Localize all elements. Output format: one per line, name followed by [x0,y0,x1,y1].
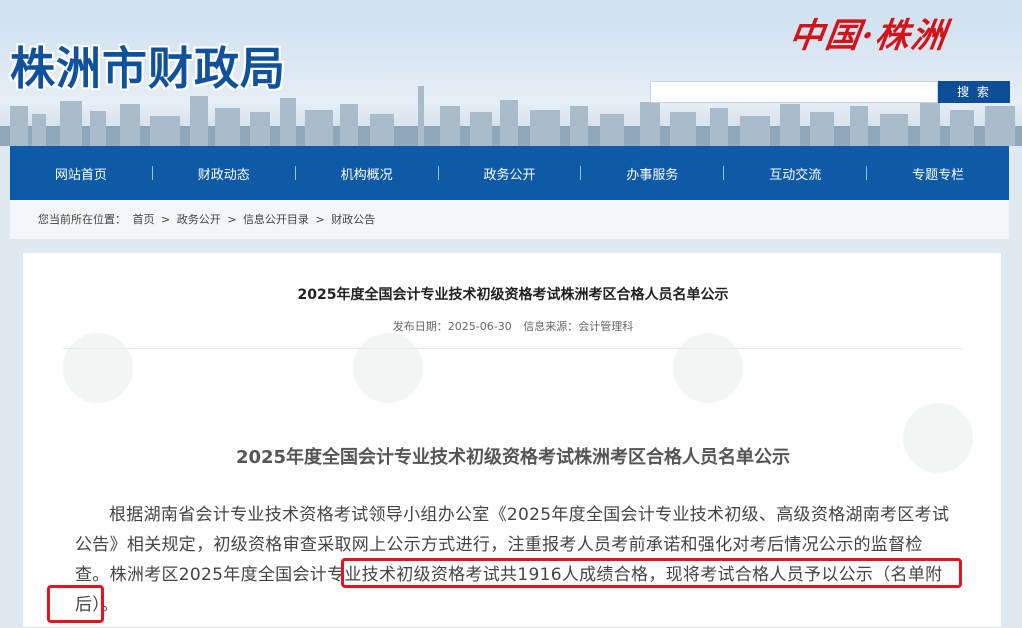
watermark-logo [353,333,423,403]
breadcrumb-separator: > [227,213,237,226]
watermark-logo [673,333,743,403]
nav-item-finance-news[interactable]: 财政动态 [153,164,295,183]
breadcrumb-separator: > [161,213,171,226]
nav-item-topics[interactable]: 专题专栏 [867,164,1009,183]
breadcrumb: 您当前所在位置： 首页 > 政务公开 > 信息公开目录 > 财政公告 [10,200,1009,240]
publish-date: 发布日期：2025-06-30 [392,320,512,333]
watermark-logo [63,333,133,403]
search-input[interactable] [650,81,938,103]
nav-item-home[interactable]: 网站首页 [10,164,152,183]
highlight-box [341,558,962,588]
nav-item-about[interactable]: 机构概况 [296,164,438,183]
highlight-box [47,585,104,623]
breadcrumb-home[interactable]: 首页 [133,213,155,226]
article-meta: 发布日期：2025-06-30 信息来源：会计管理科 [23,318,1001,334]
nav-item-interaction[interactable]: 互动交流 [724,164,866,183]
zhuzhou-logo: 中国·株洲 [786,16,951,56]
nav-item-public-affairs[interactable]: 政务公开 [439,164,581,183]
nav-item-services[interactable]: 办事服务 [581,164,723,183]
info-source: 信息来源：会计管理科 [523,320,634,333]
title-divider [63,348,963,349]
breadcrumb-info-catalog[interactable]: 信息公开目录 [243,213,309,226]
breadcrumb-separator: > [315,213,325,226]
main-nav: 网站首页 财政动态 机构概况 政务公开 办事服务 互动交流 专题专栏 [10,146,1009,200]
breadcrumb-prefix: 您当前所在位置： [38,213,126,226]
search-button[interactable]: 搜 索 [938,81,1010,103]
article-title: 2025年度全国会计专业技术初级资格考试株洲考区合格人员名单公示 [297,287,729,303]
breadcrumb-finance-notice[interactable]: 财政公告 [331,213,375,226]
article-panel: 2025年度全国会计专业技术初级资格考试株洲考区合格人员名单公示 发布日期：20… [22,252,1002,628]
site-title[interactable]: 株洲市财政局 [10,32,286,97]
body-title: 2025年度全国会计专业技术初级资格考试株洲考区合格人员名单公示 [235,447,791,468]
breadcrumb-public-affairs[interactable]: 政务公开 [177,213,221,226]
site-header: 株洲市财政局 中国·株洲 搜 索 [0,0,1022,146]
